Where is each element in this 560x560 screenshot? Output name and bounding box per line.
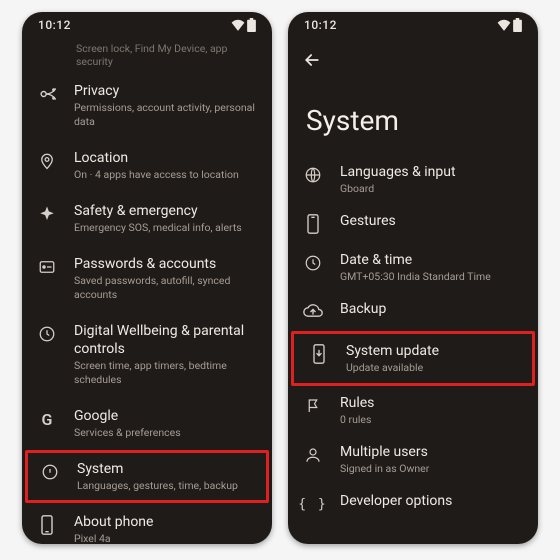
- item-title: Rules: [340, 394, 524, 412]
- item-title: Languages & input: [340, 163, 524, 181]
- item-title: Digital Wellbeing & parental controls: [74, 322, 258, 358]
- system-item-date-time[interactable]: Date & time GMT+05:30 India Standard Tim…: [288, 243, 538, 292]
- users-icon: [302, 444, 324, 466]
- about-phone-icon: [36, 514, 58, 536]
- location-icon: [36, 150, 58, 172]
- settings-item-safety[interactable]: Safety & emergency Emergency SOS, medica…: [22, 192, 272, 245]
- item-subtitle: Permissions, account activity, personal …: [74, 101, 258, 129]
- system-item-rules[interactable]: Rules 0 rules: [288, 386, 538, 435]
- item-title: About phone: [74, 513, 258, 531]
- item-subtitle: Services & preferences: [74, 426, 258, 440]
- system-update-icon: [308, 343, 330, 365]
- system-item-backup[interactable]: Backup: [288, 292, 538, 331]
- wellbeing-icon: [36, 323, 58, 345]
- item-title: Safety & emergency: [74, 202, 258, 220]
- item-title: System update: [346, 342, 518, 360]
- wifi-icon: [497, 19, 511, 31]
- item-title: Multiple users: [340, 443, 524, 461]
- settings-main-screen: 10:12 Screen lock, Find My Device, app s…: [22, 12, 272, 544]
- item-subtitle: Signed in as Owner: [340, 462, 524, 476]
- system-item-multiple-users[interactable]: Multiple users Signed in as Owner: [288, 435, 538, 484]
- system-item-developer-options[interactable]: { } Developer options: [288, 484, 538, 523]
- system-item-gestures[interactable]: Gestures: [288, 204, 538, 243]
- settings-item-privacy[interactable]: Privacy Permissions, account activity, p…: [22, 72, 272, 139]
- wifi-icon: [231, 19, 245, 31]
- system-icon: [39, 461, 61, 483]
- backup-icon: [302, 301, 324, 323]
- item-title: Passwords & accounts: [74, 255, 258, 273]
- status-icons: [497, 18, 522, 32]
- item-subtitle: Gboard: [340, 182, 524, 196]
- settings-item-passwords[interactable]: Passwords & accounts Saved passwords, au…: [22, 245, 272, 312]
- item-subtitle: On · 4 apps have access to location: [74, 168, 258, 182]
- system-item-languages[interactable]: Languages & input Gboard: [288, 155, 538, 204]
- settings-item-google[interactable]: G Google Services & preferences: [22, 397, 272, 450]
- status-time: 10:12: [304, 18, 337, 32]
- battery-icon: [513, 18, 522, 32]
- battery-icon: [247, 18, 256, 32]
- status-time: 10:12: [38, 18, 71, 32]
- page-title: System: [288, 74, 538, 155]
- truncated-previous-item: Screen lock, Find My Device, app securit…: [22, 40, 272, 72]
- back-arrow-icon: [302, 50, 322, 70]
- globe-icon: [302, 164, 324, 186]
- back-button[interactable]: [288, 40, 538, 74]
- developer-icon: { }: [302, 493, 324, 515]
- item-title: Developer options: [340, 492, 524, 510]
- settings-item-wellbeing[interactable]: Digital Wellbeing & parental controls Sc…: [22, 312, 272, 397]
- settings-item-location[interactable]: Location On · 4 apps have access to loca…: [22, 139, 272, 192]
- google-icon: G: [36, 408, 58, 430]
- item-title: System: [77, 460, 255, 478]
- system-item-update[interactable]: System update Update available: [291, 331, 535, 386]
- passwords-icon: [36, 256, 58, 278]
- item-subtitle: Update available: [346, 361, 518, 375]
- item-title: Date & time: [340, 251, 524, 269]
- status-bar: 10:12: [288, 12, 538, 34]
- settings-item-system[interactable]: System Languages, gestures, time, backup: [25, 450, 269, 503]
- safety-icon: [36, 203, 58, 225]
- item-title: Location: [74, 149, 258, 167]
- item-subtitle: Emergency SOS, medical info, alerts: [74, 221, 258, 235]
- system-settings-screen: 10:12 System Languages & input Gboard G: [288, 12, 538, 544]
- item-subtitle: Screen time, app timers, bedtime schedul…: [74, 359, 258, 387]
- item-subtitle: 0 rules: [340, 413, 524, 427]
- gestures-icon: [302, 213, 324, 235]
- item-title: Privacy: [74, 82, 258, 100]
- privacy-icon: [36, 83, 58, 105]
- status-bar: 10:12: [22, 12, 272, 34]
- item-title: Google: [74, 407, 258, 425]
- item-title: Backup: [340, 300, 524, 318]
- item-subtitle: Pixel 4a: [74, 532, 258, 544]
- settings-item-about[interactable]: About phone Pixel 4a: [22, 503, 272, 544]
- rules-icon: [302, 395, 324, 417]
- item-subtitle: GMT+05:30 India Standard Time: [340, 270, 524, 284]
- item-subtitle: Saved passwords, autofill, synced accoun…: [74, 274, 258, 302]
- status-icons: [231, 18, 256, 32]
- item-subtitle: Languages, gestures, time, backup: [77, 479, 255, 493]
- clock-icon: [302, 252, 324, 274]
- settings-list[interactable]: Screen lock, Find My Device, app securit…: [22, 40, 272, 544]
- system-list[interactable]: System Languages & input Gboard Gestures: [288, 40, 538, 544]
- item-title: Gestures: [340, 212, 524, 230]
